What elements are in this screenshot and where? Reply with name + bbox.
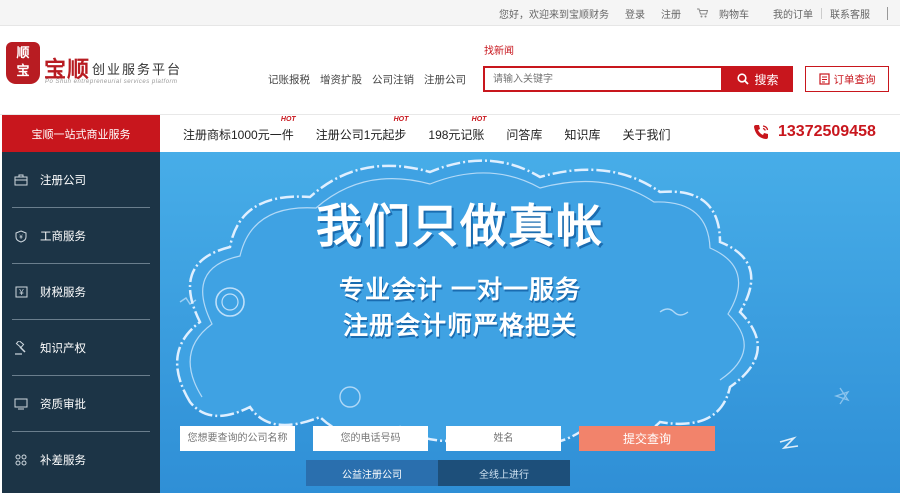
sidebar-item-tax-service[interactable]: ¥ 财税服务 [2, 264, 160, 320]
nav-item-label: 关于我们 [622, 127, 671, 142]
sidebar-item-label: 补差服务 [40, 455, 86, 467]
hot-search-link[interactable]: 找新闻 [484, 42, 514, 57]
login-link[interactable]: 登录 [617, 6, 653, 21]
sidebar-item-label: 工商服务 [40, 231, 86, 243]
sidebar-item-register-company[interactable]: 注册公司 [2, 152, 160, 208]
nav-item-label: 注册公司1元起步 [315, 127, 407, 142]
phone-number: 13372509458 [778, 123, 876, 140]
nav-item-label: 问答库 [506, 127, 543, 142]
nav-item-about[interactable]: 关于我们 [622, 126, 670, 143]
search-button[interactable]: 搜索 [723, 66, 793, 92]
top-utility-bar: 您好，欢迎来到宝顺财务 登录 注册 购物车 我的订单 联系客服 [0, 0, 900, 26]
logo-title: 创业服务平台 [92, 62, 183, 77]
sidebar-item-label: 注册公司 [40, 175, 86, 187]
quick-link[interactable]: 注册公司 [424, 72, 466, 87]
query-form: 提交查询 [180, 426, 715, 451]
hot-badge: HOT [280, 115, 296, 123]
company-field-wrap [180, 426, 295, 451]
banner-subline: 专业会计 一对一服务 [339, 276, 581, 304]
svg-text:¥: ¥ [19, 235, 23, 241]
cart-icon [697, 8, 708, 18]
sidebar-item-label: 知识产权 [40, 343, 86, 355]
nav-items: 注册商标1000元一件 HOT 注册公司1元起步 HOT 198元记账 HOT … [183, 115, 692, 153]
nav-item-register-company[interactable]: 注册公司1元起步 HOT [315, 116, 409, 143]
name-field-wrap [446, 426, 561, 451]
order-query-button[interactable]: 订单查询 [805, 66, 889, 92]
divider [887, 7, 888, 20]
name-input[interactable] [446, 426, 561, 451]
nav-item-qa[interactable]: 问答库 [506, 126, 542, 143]
order-query-label: 订单查询 [833, 73, 876, 86]
search-button-label: 搜索 [754, 72, 779, 87]
hot-badge: HOT [471, 115, 487, 123]
register-link[interactable]: 注册 [653, 6, 689, 21]
service-sidebar: 注册公司 ¥ 工商服务 ¥ 财税服务 知识产权 资质审批 补差服务 [2, 152, 160, 493]
hero-banner: 我们只做真帐 专业会计 一对一服务 注册会计师严格把关 提交查询 公益注册公司 … [160, 152, 900, 493]
nav-item-bookkeeping[interactable]: 198元记账 HOT [428, 116, 486, 143]
sidebar-item-label: 财税服务 [40, 287, 86, 299]
grid-icon [14, 453, 28, 467]
hotline: 13372509458 [752, 123, 876, 141]
quick-link[interactable]: 公司注销 [372, 72, 414, 87]
sidebar-item-qualification[interactable]: 资质审批 [2, 376, 160, 432]
banner-subline: 注册会计师严格把关 [342, 312, 577, 340]
search-box [483, 66, 723, 92]
my-orders-link[interactable]: 我的订单 [765, 6, 821, 21]
nav-item-label: 注册商标1000元一件 [183, 127, 294, 142]
site-header: 顺宝 宝顺 创业服务平台 Po Shun entrepreneurial ser… [0, 26, 900, 114]
phone-field-wrap [313, 426, 428, 451]
nav-item-trademark[interactable]: 注册商标1000元一件 HOT [183, 116, 296, 143]
banner-headline: 我们只做真帐 [316, 200, 604, 252]
welcome-text: 您好，欢迎来到宝顺财务 [499, 9, 609, 21]
submit-query-button[interactable]: 提交查询 [579, 426, 715, 451]
phone-input[interactable] [313, 426, 428, 451]
company-name-input[interactable] [180, 426, 295, 451]
search-input[interactable] [485, 68, 721, 90]
sidebar-item-label: 资质审批 [40, 399, 86, 411]
tab-online[interactable]: 全线上进行 [438, 460, 570, 486]
hot-badge: HOT [393, 115, 409, 123]
logo-seal[interactable]: 顺宝 [6, 42, 40, 84]
contact-service-link[interactable]: 联系客服 [822, 6, 878, 21]
top-links: 您好，欢迎来到宝顺财务 登录 注册 购物车 我的订单 联系客服 [491, 0, 878, 26]
cart-label: 购物车 [719, 9, 749, 21]
gavel-icon [14, 341, 28, 355]
nav-item-label: 知识库 [564, 127, 601, 142]
document-icon [818, 73, 830, 85]
search-icon [737, 73, 750, 85]
briefcase-icon [14, 173, 28, 187]
sidebar-item-ip[interactable]: 知识产权 [2, 320, 160, 376]
banner-tabs: 公益注册公司 全线上进行 [306, 460, 570, 486]
yen-icon: ¥ [14, 285, 28, 299]
svg-text:¥: ¥ [18, 288, 24, 297]
sidebar-item-supplement[interactable]: 补差服务 [2, 432, 160, 488]
category-menu-button[interactable]: 宝顺一站式商业服务 [2, 115, 160, 153]
phone-icon [754, 125, 769, 139]
monitor-icon [14, 397, 28, 411]
main-nav: 宝顺一站式商业服务 注册商标1000元一件 HOT 注册公司1元起步 HOT 1… [0, 114, 900, 153]
nav-item-label: 198元记账 [428, 127, 485, 142]
quick-links: 记账报税 增资扩股 公司注销 注册公司 [268, 72, 476, 87]
shield-icon: ¥ [14, 229, 28, 243]
logo-subtitle: Po Shun entrepreneurial services platfor… [45, 79, 178, 85]
sidebar-item-business-service[interactable]: ¥ 工商服务 [2, 208, 160, 264]
nav-item-knowledge[interactable]: 知识库 [564, 126, 600, 143]
quick-link[interactable]: 记账报税 [268, 72, 310, 87]
cart-link[interactable]: 购物车 [689, 6, 765, 21]
tab-public-registration[interactable]: 公益注册公司 [306, 460, 438, 486]
quick-link[interactable]: 增资扩股 [320, 72, 362, 87]
